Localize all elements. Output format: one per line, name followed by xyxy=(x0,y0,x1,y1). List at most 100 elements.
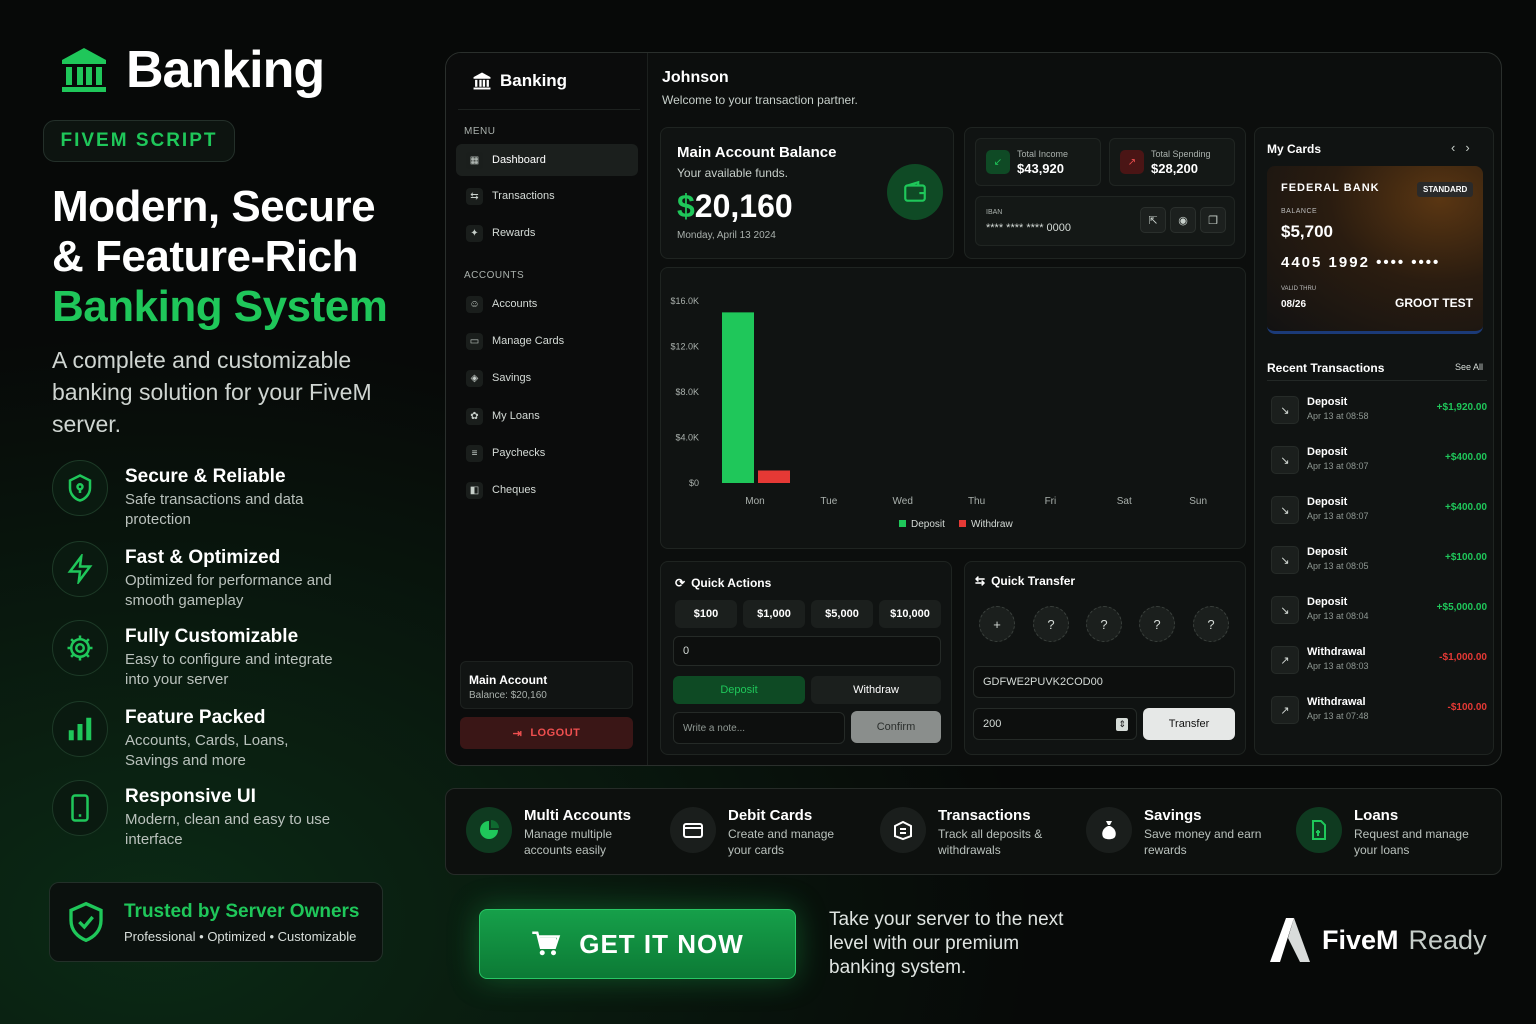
transaction-amount: +$1,920.00 xyxy=(1436,402,1487,413)
quick-actions-label: Quick Actions xyxy=(691,576,772,590)
user-name: Johnson xyxy=(662,69,729,86)
transaction-row[interactable]: ↘ Deposit Apr 13 at 08:58 +$1,920.00 xyxy=(1267,390,1489,432)
transaction-row[interactable]: ↘ Deposit Apr 13 at 08:07 +$400.00 xyxy=(1267,440,1489,482)
sidebar-item-label: Rewards xyxy=(492,227,536,239)
sidebar-item-manage-cards[interactable]: ▭ Manage Cards xyxy=(456,325,638,357)
contact-slot[interactable]: ? xyxy=(1033,606,1069,642)
chart-canvas: $0 $4.0K $8.0K $12.0K $16.0K Mon Tue Wed Thu Fri S… xyxy=(670,296,1207,530)
cart-icon xyxy=(532,931,561,956)
shield-icon xyxy=(52,460,108,516)
box-icon xyxy=(880,807,926,853)
transfer-amount-input[interactable]: 200 ⇕ xyxy=(973,708,1137,740)
subtitle: A complete and customizable banking solu… xyxy=(52,347,372,437)
transaction-row[interactable]: ↘ Deposit Apr 13 at 08:05 +$100.00 xyxy=(1267,540,1489,582)
feature-packed: Feature Packed Accounts, Cards, Loans, Sa… xyxy=(52,701,382,771)
transaction-row[interactable]: ↗ Withdrawal Apr 13 at 08:03 -$1,000.00 xyxy=(1267,640,1489,682)
arrow-down-right-icon: ↘ xyxy=(1271,546,1299,574)
feature-title: Fast & Optimized xyxy=(125,547,281,568)
sidebar-item-savings[interactable]: ◈ Savings xyxy=(456,362,638,394)
amount-preset-10000[interactable]: $10,000 xyxy=(879,600,941,628)
strip-desc: Request and manage your loans xyxy=(1354,827,1469,857)
x-tick-label: Wed xyxy=(893,496,913,507)
account-number-input[interactable]: GDFWE2PUVK2COD00 xyxy=(973,666,1235,698)
main-account-summary[interactable]: Main Account Balance: $20,160 xyxy=(460,661,633,709)
balance-value: 20,160 xyxy=(694,188,793,224)
sidebar-item-transactions[interactable]: ⇆ Transactions xyxy=(456,180,638,212)
feature-desc: Optimized for performance and smooth gam… xyxy=(125,572,332,609)
confirm-button[interactable]: Confirm xyxy=(851,711,941,743)
transaction-row[interactable]: ↘ Deposit Apr 13 at 08:04 +$5,000.00 xyxy=(1267,590,1489,632)
loan-icon xyxy=(1296,807,1342,853)
x-tick-label: Mon xyxy=(745,496,764,507)
contact-slot[interactable]: ? xyxy=(1086,606,1122,642)
transaction-amount: -$1,000.00 xyxy=(1439,652,1487,663)
y-tick-label: $4.0K xyxy=(675,433,699,443)
logout-icon: ⇥ xyxy=(512,727,523,740)
card-icon: ▭ xyxy=(466,332,483,350)
amount-preset-100[interactable]: $100 xyxy=(675,600,737,628)
recent-transactions-title: Recent Transactions xyxy=(1267,361,1385,375)
get-it-now-label: GET IT NOW xyxy=(579,928,744,959)
transfer-button[interactable]: Transfer xyxy=(1143,708,1235,740)
logout-button[interactable]: ⇥ LOGOUT xyxy=(460,717,633,749)
transaction-name: Deposit xyxy=(1307,496,1348,508)
withdraw-bar xyxy=(758,470,790,483)
balance-amount: $20,160 xyxy=(677,188,793,225)
balance-subtitle: Your available funds. xyxy=(677,166,788,180)
chevron-right-icon[interactable]: › xyxy=(1465,140,1479,155)
x-tick-label: Sun xyxy=(1189,496,1207,507)
deposit-button[interactable]: Deposit xyxy=(673,676,805,704)
get-it-now-button[interactable]: GET IT NOW xyxy=(479,909,796,979)
contact-slot[interactable]: ? xyxy=(1139,606,1175,642)
income-label: Total Income xyxy=(1017,148,1069,159)
headline-line2: & Feature-Rich xyxy=(52,232,358,281)
withdraw-button[interactable]: Withdraw xyxy=(811,676,941,704)
feature-customizable: Fully Customizable Easy to configure and … xyxy=(52,620,382,690)
sidebar-item-loans[interactable]: ✿ My Loans xyxy=(456,400,638,432)
transaction-time: Apr 13 at 08:07 xyxy=(1307,461,1369,471)
external-link-icon[interactable]: ⇱ xyxy=(1140,207,1166,233)
card-nav-arrows[interactable]: ‹› xyxy=(1451,140,1480,155)
see-all-link[interactable]: See All xyxy=(1455,362,1483,372)
arrow-down-left-icon: ↙ xyxy=(986,150,1010,174)
sidebar-item-rewards[interactable]: ✦ Rewards xyxy=(456,217,638,249)
card-holder: GROOT TEST xyxy=(1395,296,1473,310)
balance-title: Main Account Balance xyxy=(677,144,837,161)
chevron-left-icon[interactable]: ‹ xyxy=(1451,140,1465,155)
transaction-row[interactable]: ↗ Withdrawal Apr 13 at 07:48 -$100.00 xyxy=(1267,690,1489,732)
amount-input[interactable]: 0 xyxy=(673,636,941,666)
copy-icon[interactable]: ❐ xyxy=(1200,207,1226,233)
pie-icon xyxy=(466,807,512,853)
amount-preset-5000[interactable]: $5,000 xyxy=(811,600,873,628)
quick-transfer-title: ⇆ Quick Transfer xyxy=(975,574,1075,588)
note-input[interactable]: Write a note... xyxy=(673,712,845,744)
transfer-icon: ⇆ xyxy=(975,574,986,588)
bank-card[interactable]: FEDERAL BANK STANDARD BALANCE $5,700 440… xyxy=(1267,166,1483,334)
card-icon xyxy=(670,807,716,853)
balance-date: Monday, April 13 2024 xyxy=(677,230,776,241)
amount-preset-1000[interactable]: $1,000 xyxy=(743,600,805,628)
transaction-time: Apr 13 at 08:04 xyxy=(1307,611,1369,621)
sidebar-item-dashboard[interactable]: ▦ Dashboard xyxy=(456,144,638,176)
trusted-title: Trusted by Server Owners xyxy=(124,900,360,922)
transaction-amount: +$5,000.00 xyxy=(1436,602,1487,613)
sidebar-item-accounts[interactable]: ☺ Accounts xyxy=(456,288,638,320)
transaction-time: Apr 13 at 07:48 xyxy=(1307,711,1369,721)
sidebar-item-label: Cheques xyxy=(492,484,537,496)
sidebar-item-cheques[interactable]: ◧ Cheques xyxy=(456,474,638,506)
eye-icon[interactable]: ◉ xyxy=(1170,207,1196,233)
sidebar-item-label: My Loans xyxy=(492,410,540,422)
accounts-section-label: ACCOUNTS xyxy=(464,270,525,281)
card-balance: $5,700 xyxy=(1281,222,1333,241)
x-tick-label: Fri xyxy=(1045,496,1057,507)
dashboard-icon: ▦ xyxy=(466,151,483,169)
sidebar-item-label: Paychecks xyxy=(492,447,546,459)
main-account-balance: Balance: $20,160 xyxy=(469,690,547,701)
arrow-down-right-icon: ↘ xyxy=(1271,446,1299,474)
sidebar-item-paychecks[interactable]: ≡ Paychecks xyxy=(456,437,638,469)
add-contact-button[interactable]: + xyxy=(979,606,1015,642)
transaction-row[interactable]: ↘ Deposit Apr 13 at 08:07 +$400.00 xyxy=(1267,490,1489,532)
script-badge: FIVEM SCRIPT xyxy=(43,120,235,162)
stepper-icon[interactable]: ⇕ xyxy=(1116,717,1128,731)
contact-slot[interactable]: ? xyxy=(1193,606,1229,642)
